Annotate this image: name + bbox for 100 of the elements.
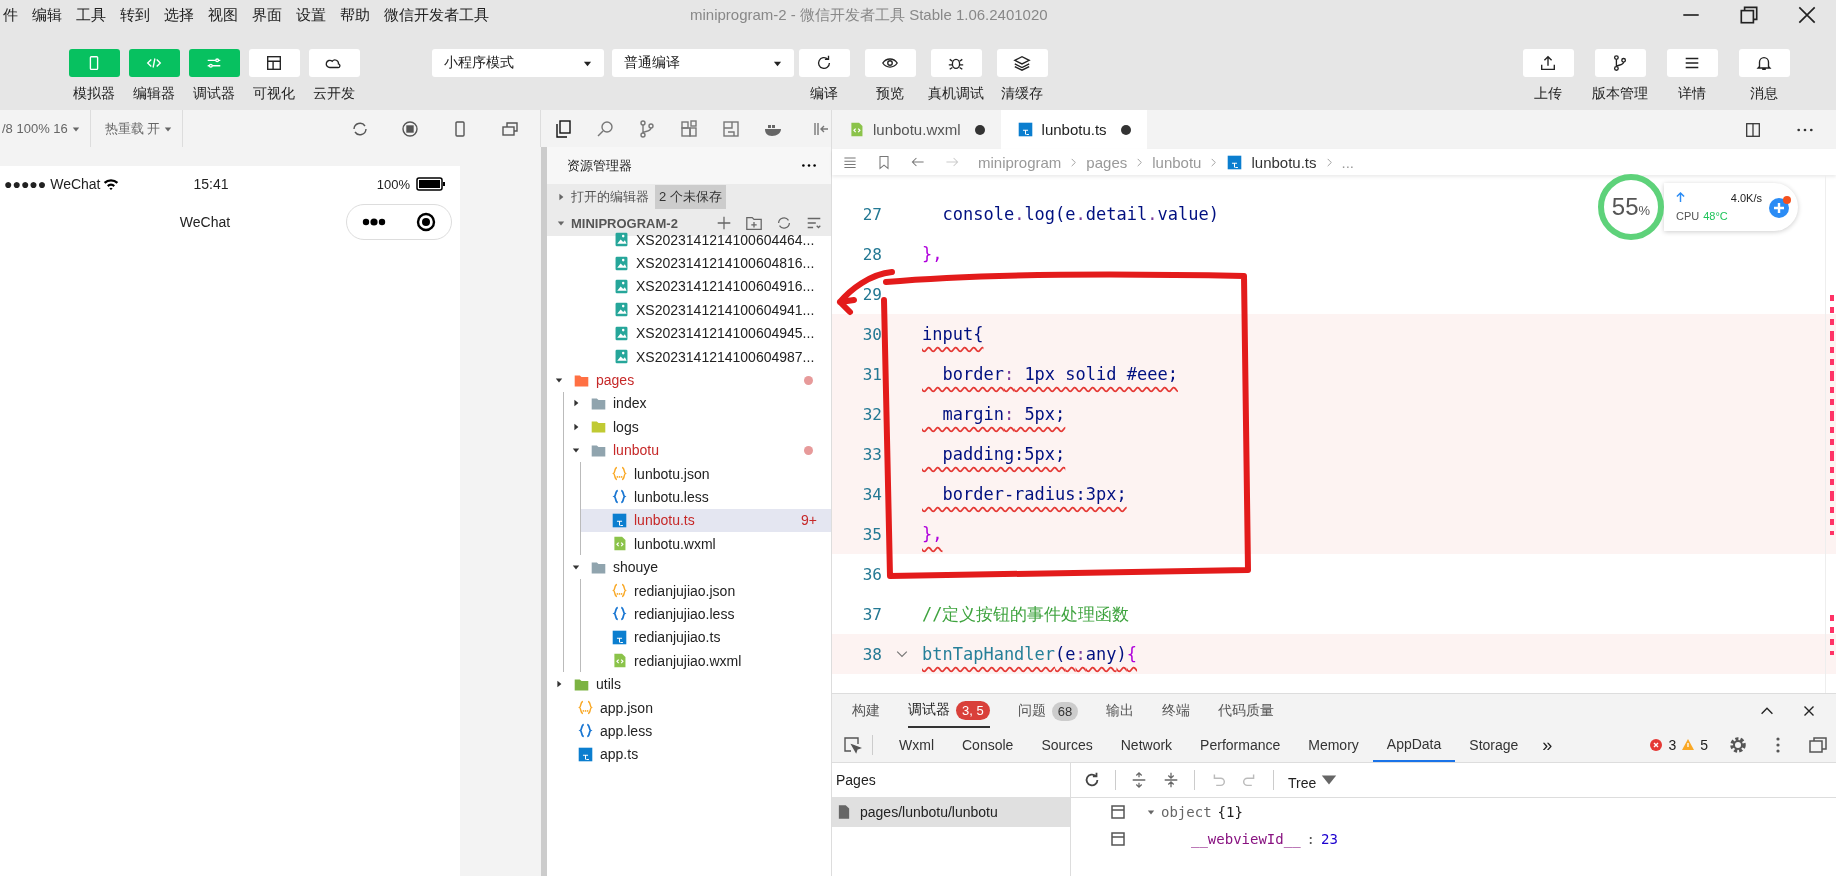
file-item[interactable]: XS2023141214100604987... [583, 344, 831, 369]
folder-item[interactable]: index [564, 391, 831, 416]
toolbar-button[interactable] [864, 49, 916, 77]
file-item[interactable]: app.json [547, 695, 831, 720]
file-item[interactable]: redianjujiao.ts [581, 625, 831, 650]
file-item[interactable]: XS2023141214100604464... [583, 228, 831, 252]
toolbar-button[interactable] [798, 49, 850, 77]
folder-item[interactable]: logs [564, 415, 831, 439]
caret-icon [557, 193, 565, 201]
files-icon[interactable] [553, 118, 573, 139]
fold-icon[interactable] [896, 648, 908, 660]
file-item[interactable]: lunbotu.wxml [581, 532, 831, 556]
devtools-tab[interactable]: Storage [1455, 728, 1533, 762]
menu-item[interactable]: 选择 [164, 5, 194, 25]
monitor-card[interactable]: 4.0K/s CPU 48°C [1664, 183, 1798, 231]
panel-icon[interactable] [721, 118, 741, 139]
view-dropdown[interactable]: Tree [1288, 769, 1339, 791]
panel-tab[interactable]: 构建 [852, 694, 880, 728]
panel-tab[interactable]: 问题 68 [1017, 694, 1079, 728]
file-item[interactable]: redianjujiao.json [581, 578, 831, 603]
folder-item[interactable]: lunbotu [564, 438, 831, 462]
menu-item[interactable]: 转到 [120, 5, 150, 25]
data-value: 23 [1321, 830, 1338, 847]
toggle-button[interactable] [68, 49, 120, 77]
toggle-button[interactable] [128, 49, 180, 77]
search-icon[interactable] [595, 118, 615, 139]
close-circle-icon[interactable] [416, 212, 436, 232]
breadcrumb-item[interactable]: lunbotu.ts [1251, 153, 1317, 171]
bookmark-icon[interactable] [876, 154, 892, 170]
file-item[interactable]: lunbotu.ts 9+ [581, 508, 831, 533]
file-item[interactable]: lunbotu.json [581, 461, 831, 486]
more-icon[interactable] [801, 163, 817, 168]
panel-tab[interactable]: 输出 [1106, 694, 1135, 728]
usage-ring[interactable]: 55% [1598, 174, 1664, 240]
devtools-tab[interactable]: Performance [1186, 728, 1295, 762]
add-icon[interactable] [715, 214, 733, 232]
menu-item[interactable]: 件 [3, 5, 18, 25]
toolbar-button[interactable] [996, 49, 1048, 77]
file-item[interactable]: XS2023141214100604945... [583, 321, 831, 345]
refresh-icon[interactable] [1083, 771, 1101, 789]
add-icon[interactable] [1768, 195, 1792, 219]
more-tabs-button[interactable]: » [1532, 734, 1563, 756]
editor-tab[interactable]: lunbotu.wxml [832, 110, 1001, 149]
menu-item[interactable]: 视图 [208, 5, 238, 25]
inspect-icon[interactable] [842, 735, 873, 755]
edit-box-icon[interactable] [1111, 804, 1125, 819]
menu-item[interactable]: 设置 [296, 5, 326, 25]
mode-dropdown[interactable]: 小程序模式 [432, 49, 604, 77]
extensions-icon[interactable] [679, 118, 699, 139]
new-folder-icon[interactable] [745, 214, 763, 232]
file-item[interactable]: app.ts [547, 742, 831, 766]
devtools-tab[interactable]: Memory [1294, 728, 1373, 762]
file-item[interactable]: XS2023141214100604816... [583, 251, 831, 275]
file-item[interactable]: redianjujiao.less [581, 602, 831, 626]
menu-item[interactable]: 微信开发者工具 [384, 5, 489, 25]
panel-tab[interactable]: 终端 [1162, 694, 1191, 728]
file-item[interactable]: XS2023141214100604916... [583, 274, 831, 299]
panel-tab[interactable]: 代码质量 [1218, 694, 1275, 728]
toolbar-button[interactable] [1666, 49, 1718, 77]
refresh-icon[interactable] [775, 214, 793, 232]
menu-item[interactable]: 工具 [76, 5, 106, 25]
toggle-button[interactable] [248, 49, 300, 77]
toggle-button[interactable] [308, 49, 360, 77]
more-icon[interactable] [1796, 126, 1814, 133]
devtools-tab[interactable]: AppData [1372, 728, 1456, 762]
dock-icon[interactable] [1808, 735, 1828, 755]
page-item[interactable]: pages/lunbotu/lunbotu [832, 797, 1070, 827]
devtools-tab[interactable]: Wxml [885, 728, 948, 762]
edit-box-icon[interactable] [1111, 831, 1125, 846]
devtools-tab[interactable]: Console [948, 728, 1028, 762]
devtools-tab[interactable]: Network [1106, 728, 1187, 762]
expand-icon[interactable] [1130, 771, 1148, 789]
file-item[interactable]: redianjujiao.wxml [581, 649, 831, 673]
toolbar-button[interactable] [930, 49, 982, 77]
folder-item[interactable]: shouye [564, 555, 831, 579]
devtools-tab[interactable]: Sources [1027, 728, 1107, 762]
settings-icon[interactable] [1728, 735, 1748, 755]
more-icon[interactable] [362, 218, 386, 226]
close-icon[interactable] [1796, 4, 1818, 26]
stop-icon[interactable] [400, 118, 420, 139]
file-item[interactable]: XS2023141214100604941... [583, 298, 831, 322]
toolbar-button[interactable] [1594, 49, 1646, 77]
toggle-button[interactable] [188, 49, 240, 77]
menu-item[interactable]: 编辑 [32, 5, 62, 25]
file-item[interactable]: app.less [547, 719, 831, 743]
toolbar-button[interactable] [1522, 49, 1574, 77]
restore-icon[interactable] [1738, 4, 1760, 26]
menu-item[interactable]: 界面 [252, 5, 282, 25]
toolbar-button[interactable] [1738, 49, 1790, 77]
branch-icon[interactable] [637, 118, 657, 139]
file-item[interactable]: lunbotu.less [581, 485, 831, 509]
editor-tab[interactable]: lunbotu.ts [1000, 110, 1147, 149]
mode-dropdown[interactable]: 普通编译 [612, 49, 794, 77]
section-header[interactable]: 打开的编辑器 [571, 188, 649, 206]
folder-item[interactable]: utils [547, 672, 831, 696]
split-icon[interactable] [1744, 120, 1762, 139]
folder-item[interactable]: pages [547, 368, 831, 392]
list-icon[interactable] [842, 154, 858, 170]
collapse-icon[interactable] [1162, 771, 1180, 789]
menu-item[interactable]: 帮助 [340, 5, 370, 25]
